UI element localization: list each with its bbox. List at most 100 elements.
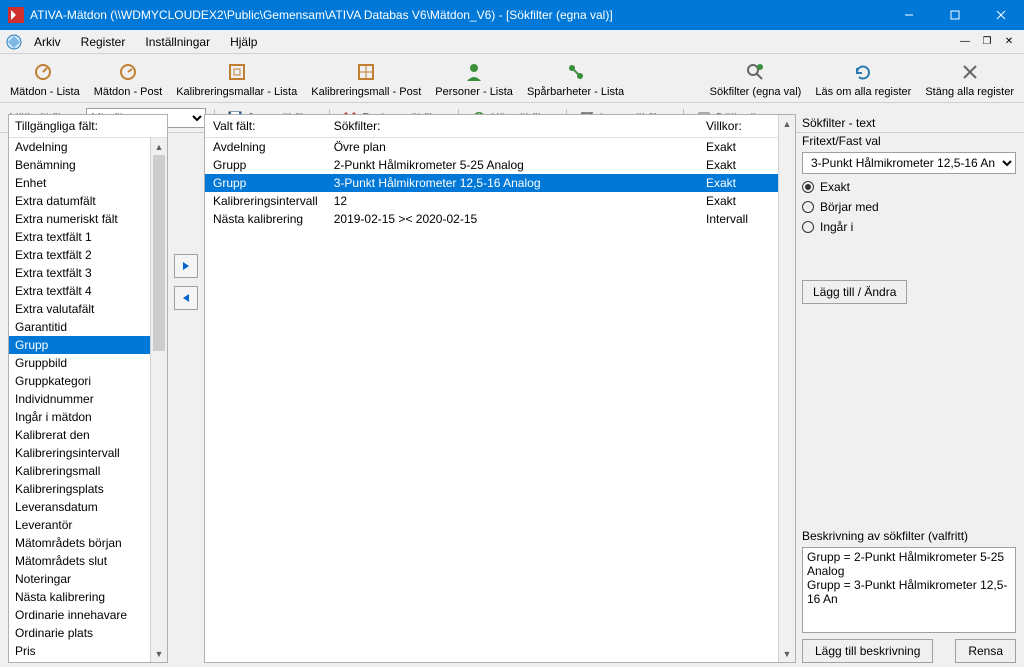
sokfilter-text-panel: Sökfilter - text Fritext/Fast val 3-Punk… bbox=[802, 114, 1016, 663]
selected-filters-panel: Valt fält: Sökfilter: Villkor: Avdelning… bbox=[204, 114, 796, 663]
field-item[interactable]: Extra datumfält bbox=[9, 192, 167, 210]
mdi-restore-icon[interactable]: ❐ bbox=[980, 35, 994, 49]
lagg-till-beskrivning-button[interactable]: Lägg till beskrivning bbox=[802, 639, 933, 663]
scroll-down-icon[interactable]: ▼ bbox=[779, 645, 795, 662]
toolbar-sokfilter-egna[interactable]: Sökfilter (egna val) bbox=[706, 58, 806, 100]
filter-row[interactable]: Grupp3-Punkt Hålmikrometer 12,5-16 Analo… bbox=[205, 174, 778, 192]
filter-row[interactable]: Grupp2-Punkt Hålmikrometer 5-25 AnalogEx… bbox=[205, 156, 778, 174]
sokfilter-text-title: Sökfilter - text bbox=[802, 114, 1016, 132]
gauge-list-icon bbox=[33, 60, 57, 84]
template-list-icon bbox=[225, 60, 249, 84]
field-item[interactable]: Kalibrerat den bbox=[9, 426, 167, 444]
field-item[interactable]: Extra numeriskt fält bbox=[9, 210, 167, 228]
scroll-up-icon[interactable]: ▲ bbox=[779, 115, 795, 132]
col-valt-falt: Valt fält: bbox=[205, 115, 326, 138]
close-button[interactable] bbox=[978, 0, 1024, 30]
menu-hjalp[interactable]: Hjälp bbox=[222, 33, 265, 51]
rensa-button[interactable]: Rensa bbox=[955, 639, 1016, 663]
toolbar-matdon-lista[interactable]: Mätdon - Lista bbox=[6, 58, 84, 100]
menu-app-icon bbox=[6, 34, 22, 50]
maximize-button[interactable] bbox=[932, 0, 978, 30]
col-villkor: Villkor: bbox=[698, 115, 778, 138]
field-item[interactable]: Garantitid bbox=[9, 318, 167, 336]
menu-installningar[interactable]: Inställningar bbox=[137, 33, 218, 51]
field-item[interactable]: Enhet bbox=[9, 174, 167, 192]
field-item[interactable]: Ingår i mätdon bbox=[9, 408, 167, 426]
field-item[interactable]: Reparationsplats bbox=[9, 660, 167, 662]
fritext-label: Fritext/Fast val bbox=[802, 132, 1016, 152]
minimize-button[interactable] bbox=[886, 0, 932, 30]
scroll-down-icon[interactable]: ▼ bbox=[151, 645, 167, 662]
window-titlebar: ATIVA-Mätdon (\\WDMYCLOUDEX2\Public\Geme… bbox=[0, 0, 1024, 30]
field-item[interactable]: Ordinarie plats bbox=[9, 624, 167, 642]
scroll-thumb[interactable] bbox=[153, 155, 165, 351]
field-item[interactable]: Leveransdatum bbox=[9, 498, 167, 516]
menu-register[interactable]: Register bbox=[73, 33, 134, 51]
toolbar-las-om[interactable]: Läs om alla register bbox=[811, 58, 915, 100]
main-toolbar: Mätdon - Lista Mätdon - Post Kalibrering… bbox=[0, 54, 1024, 103]
menubar: Arkiv Register Inställningar Hjälp — ❐ ✕ bbox=[0, 30, 1024, 54]
radio-icon bbox=[802, 221, 814, 233]
field-item[interactable]: Extra textfält 2 bbox=[9, 246, 167, 264]
available-fields-panel: Tillgängliga fält: AvdelningBenämningEnh… bbox=[8, 114, 168, 663]
toolbar-kalibmall-post[interactable]: Kalibreringsmall - Post bbox=[307, 58, 425, 100]
field-item[interactable]: Kalibreringsmall bbox=[9, 462, 167, 480]
close-all-icon bbox=[958, 60, 982, 84]
radio-icon bbox=[802, 181, 814, 193]
add-field-button[interactable] bbox=[174, 254, 198, 278]
selected-filters-table[interactable]: Valt fält: Sökfilter: Villkor: Avdelning… bbox=[205, 115, 778, 228]
filter-row[interactable]: Kalibreringsintervall12Exakt bbox=[205, 192, 778, 210]
field-item[interactable]: Pris bbox=[9, 642, 167, 660]
radio-ingar-i[interactable]: Ingår i bbox=[802, 220, 1016, 234]
menu-arkiv[interactable]: Arkiv bbox=[26, 33, 69, 51]
app-icon bbox=[8, 7, 24, 23]
filter-row[interactable]: AvdelningÖvre planExakt bbox=[205, 138, 778, 157]
refresh-icon bbox=[851, 60, 875, 84]
trace-icon bbox=[564, 60, 588, 84]
person-icon bbox=[462, 60, 486, 84]
radio-borjar-med[interactable]: Börjar med bbox=[802, 200, 1016, 214]
lagg-till-andra-button[interactable]: Lägg till / Ändra bbox=[802, 280, 907, 304]
toolbar-stang-alla[interactable]: Stäng alla register bbox=[921, 58, 1018, 100]
mdi-close-icon[interactable]: ✕ bbox=[1002, 35, 1016, 49]
radio-icon bbox=[802, 201, 814, 213]
beskrivning-label: Beskrivning av sökfilter (valfritt) bbox=[802, 527, 1016, 547]
available-fields-list[interactable]: AvdelningBenämningEnhetExtra datumfältEx… bbox=[9, 138, 167, 662]
field-item[interactable]: Benämning bbox=[9, 156, 167, 174]
field-item[interactable]: Kalibreringsintervall bbox=[9, 444, 167, 462]
left-scrollbar[interactable]: ▲ ▼ bbox=[150, 138, 167, 662]
field-item[interactable]: Extra textfält 1 bbox=[9, 228, 167, 246]
available-fields-header: Tillgängliga fält: bbox=[9, 115, 167, 138]
mdi-minimize-icon[interactable]: — bbox=[958, 35, 972, 49]
scroll-up-icon[interactable]: ▲ bbox=[151, 138, 167, 155]
field-item[interactable]: Kalibreringsplats bbox=[9, 480, 167, 498]
field-item[interactable]: Grupp bbox=[9, 336, 167, 354]
field-item[interactable]: Mätområdets slut bbox=[9, 552, 167, 570]
beskrivning-textarea[interactable] bbox=[802, 547, 1016, 633]
field-item[interactable]: Leverantör bbox=[9, 516, 167, 534]
field-item[interactable]: Extra textfält 4 bbox=[9, 282, 167, 300]
gauge-post-icon bbox=[116, 60, 140, 84]
field-item[interactable]: Gruppkategori bbox=[9, 372, 167, 390]
field-item[interactable]: Individnummer bbox=[9, 390, 167, 408]
template-post-icon bbox=[354, 60, 378, 84]
field-item[interactable]: Extra valutafält bbox=[9, 300, 167, 318]
toolbar-matdon-post[interactable]: Mätdon - Post bbox=[90, 58, 166, 100]
fritext-combo[interactable]: 3-Punkt Hålmikrometer 12,5-16 Analog bbox=[802, 152, 1016, 174]
field-item[interactable]: Avdelning bbox=[9, 138, 167, 156]
radio-exakt[interactable]: Exakt bbox=[802, 180, 1016, 194]
field-item[interactable]: Ordinarie innehavare bbox=[9, 606, 167, 624]
search-filter-icon bbox=[743, 60, 767, 84]
remove-field-button[interactable] bbox=[174, 286, 198, 310]
toolbar-sparbarheter-lista[interactable]: Spårbarheter - Lista bbox=[523, 58, 628, 100]
window-title: ATIVA-Mätdon (\\WDMYCLOUDEX2\Public\Geme… bbox=[30, 8, 886, 22]
toolbar-kalibmallar-lista[interactable]: Kalibreringsmallar - Lista bbox=[172, 58, 301, 100]
center-scrollbar[interactable]: ▲ ▼ bbox=[778, 115, 795, 662]
field-item[interactable]: Noteringar bbox=[9, 570, 167, 588]
field-item[interactable]: Gruppbild bbox=[9, 354, 167, 372]
field-item[interactable]: Mätområdets början bbox=[9, 534, 167, 552]
filter-row[interactable]: Nästa kalibrering2019-02-15 >< 2020-02-1… bbox=[205, 210, 778, 228]
field-item[interactable]: Nästa kalibrering bbox=[9, 588, 167, 606]
toolbar-personer-lista[interactable]: Personer - Lista bbox=[431, 58, 517, 100]
field-item[interactable]: Extra textfält 3 bbox=[9, 264, 167, 282]
